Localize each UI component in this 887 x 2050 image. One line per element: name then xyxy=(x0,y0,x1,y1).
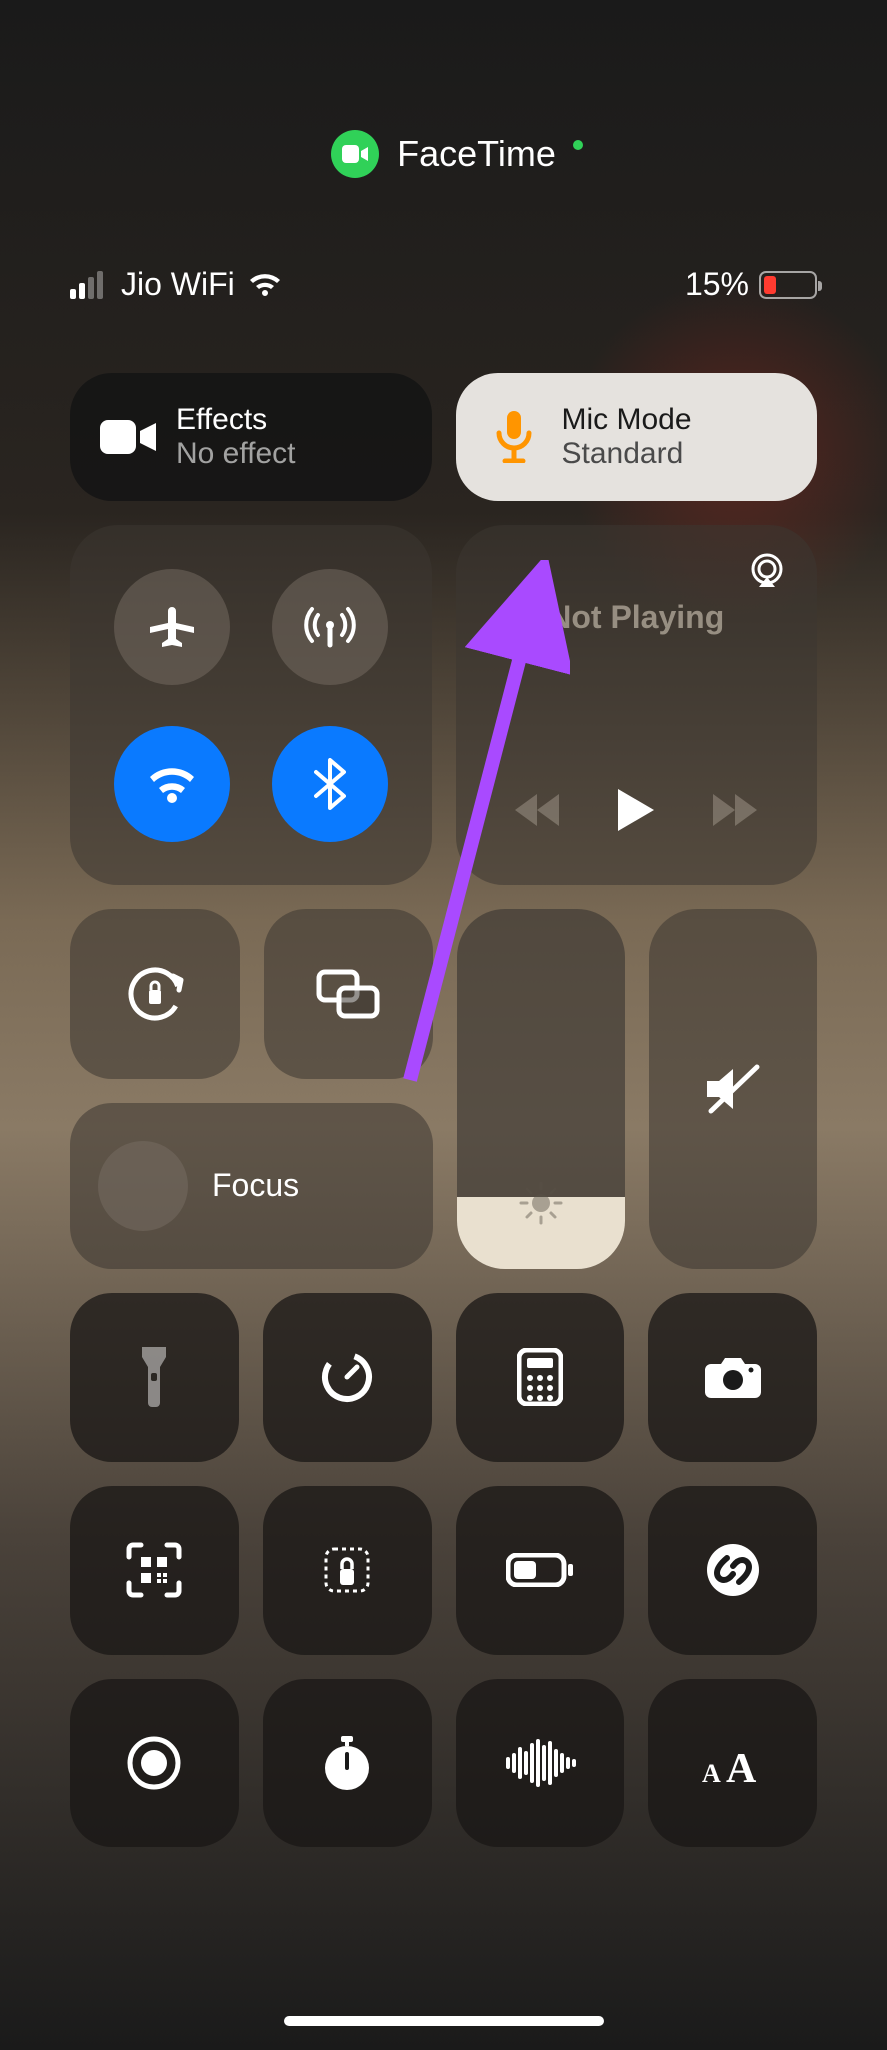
effects-button[interactable]: Effects No effect xyxy=(70,373,432,501)
facetime-icon xyxy=(331,130,379,178)
media-status: Not Playing xyxy=(486,599,788,636)
mic-mode-button[interactable]: Mic Mode Standard xyxy=(456,373,818,501)
mic-mode-subtitle: Standard xyxy=(562,437,692,471)
qr-scanner-button[interactable] xyxy=(70,1486,239,1655)
text-size-button[interactable]: AA xyxy=(648,1679,817,1848)
cellular-data-toggle[interactable] xyxy=(272,569,388,685)
play-button[interactable] xyxy=(618,789,654,831)
brightness-slider[interactable] xyxy=(457,909,625,1269)
next-track-button[interactable] xyxy=(713,794,757,826)
stopwatch-button[interactable] xyxy=(263,1679,432,1848)
airplay-icon[interactable] xyxy=(747,551,787,591)
bluetooth-toggle[interactable] xyxy=(272,726,388,842)
focus-label: Focus xyxy=(212,1167,299,1204)
airplane-mode-toggle[interactable] xyxy=(114,569,230,685)
active-app-pill[interactable]: FaceTime xyxy=(70,130,817,178)
svg-text:A: A xyxy=(702,1759,721,1784)
home-indicator[interactable] xyxy=(284,2016,604,2026)
focus-button[interactable]: Focus xyxy=(70,1103,433,1270)
previous-track-button[interactable] xyxy=(515,794,559,826)
screen-record-button[interactable] xyxy=(70,1679,239,1848)
battery-icon xyxy=(759,271,817,299)
microphone-icon xyxy=(486,411,542,463)
calculator-button[interactable] xyxy=(456,1293,625,1462)
carrier-label: Jio WiFi xyxy=(121,266,235,303)
flashlight-button[interactable] xyxy=(70,1293,239,1462)
connectivity-panel[interactable] xyxy=(70,525,432,885)
media-panel[interactable]: Not Playing xyxy=(456,525,818,885)
guided-access-button[interactable] xyxy=(263,1486,432,1655)
active-app-label: FaceTime xyxy=(397,133,556,175)
moon-icon xyxy=(98,1141,188,1231)
sun-icon xyxy=(517,1179,565,1227)
battery-percent: 15% xyxy=(685,266,749,303)
orientation-lock-toggle[interactable] xyxy=(70,909,240,1079)
status-bar: Jio WiFi 15% xyxy=(70,266,817,303)
effects-subtitle: No effect xyxy=(176,437,296,471)
video-icon xyxy=(100,418,156,456)
low-power-button[interactable] xyxy=(456,1486,625,1655)
effects-title: Effects xyxy=(176,403,296,437)
mic-mode-title: Mic Mode xyxy=(562,403,692,437)
timer-button[interactable] xyxy=(263,1293,432,1462)
wifi-icon xyxy=(247,272,283,298)
cell-signal-icon xyxy=(70,271,103,299)
camera-button[interactable] xyxy=(648,1293,817,1462)
svg-text:A: A xyxy=(726,1746,757,1784)
screen-mirroring-button[interactable] xyxy=(264,909,434,1079)
voice-memos-button[interactable] xyxy=(456,1679,625,1848)
shazam-button[interactable] xyxy=(648,1486,817,1655)
volume-slider[interactable] xyxy=(649,909,817,1269)
mute-icon xyxy=(703,1061,763,1117)
wifi-toggle[interactable] xyxy=(114,726,230,842)
